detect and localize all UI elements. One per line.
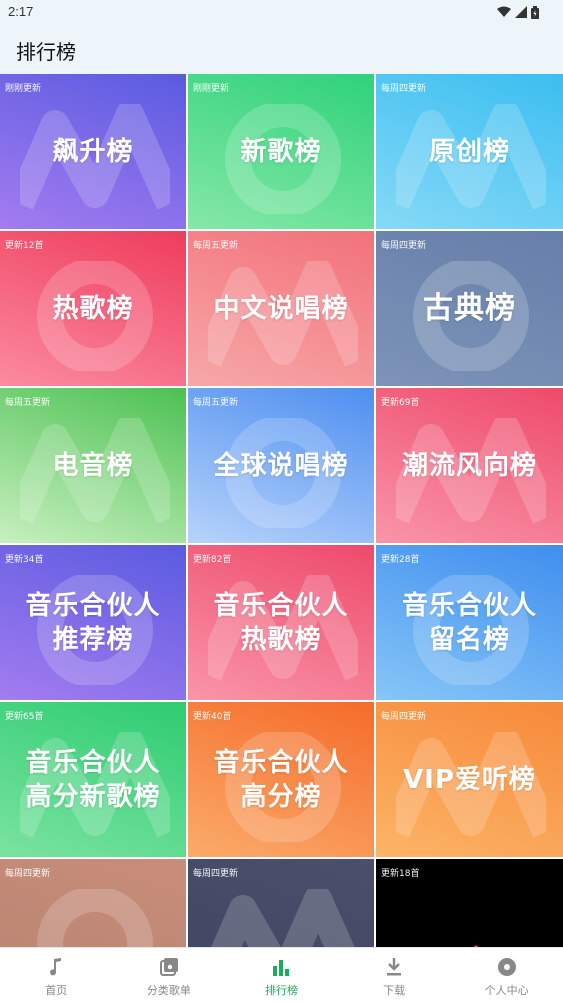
tile-update-badge: 更新69首 — [381, 398, 420, 408]
chart-bars-icon — [273, 960, 290, 976]
tile-update-badge: 更新18首 — [381, 869, 420, 879]
tile-title-line: 原创榜 — [428, 136, 510, 167]
tile-decoration — [211, 889, 355, 947]
nav-item[interactable]: 排行榜 — [225, 948, 338, 1002]
tile-title-line: 电音榜 — [52, 450, 134, 481]
nav-label: 个人中心 — [484, 984, 529, 997]
tile-title-line: 热歌榜 — [52, 293, 134, 324]
tile-title: 音乐合伙人 推荐榜 — [0, 589, 186, 657]
tile-title: 音乐合伙人 留名榜 — [376, 589, 563, 657]
tile-title-line: 中文说唱榜 — [213, 293, 349, 324]
status-bar: 2:17 — [0, 0, 563, 24]
tile-title-line: 高分新歌榜 — [25, 781, 161, 812]
tile-title-line: 音乐合伙人 — [213, 590, 349, 621]
tile-title-line: 推荐榜 — [52, 624, 134, 655]
nav-item[interactable]: 个人中心 — [450, 948, 563, 1002]
tile-title-line: 新歌榜 — [240, 136, 322, 167]
tile-update-badge: 每周四更新 — [5, 869, 51, 879]
wifi-icon — [497, 6, 511, 17]
tile-update-badge: 刚刚更新 — [5, 84, 42, 94]
tile-title-line: 音乐合伙人 — [401, 590, 537, 621]
tile-title-line: 音乐合伙人 — [25, 747, 161, 778]
tile-title: 音乐合伙人 热歌榜 — [188, 589, 374, 657]
tile-title: 原创榜 — [376, 135, 563, 169]
chart-tile[interactable]: 刚刚更新新歌榜 — [188, 74, 374, 229]
chart-tile[interactable]: 每周四更新韩语榜 — [188, 859, 374, 947]
tile-update-badge: 更新40首 — [193, 712, 232, 722]
tile-title: 古典榜 — [376, 290, 563, 326]
tile-title-line: 全球说唱榜 — [213, 450, 349, 481]
tile-update-badge: 每周四更新 — [193, 869, 239, 879]
status-time: 2:17 — [8, 4, 34, 19]
chart-tile[interactable]: 更新69首潮流风向榜 — [376, 388, 563, 543]
chart-tile[interactable]: 更新18首 — [376, 859, 563, 947]
tile-title-line: 音乐合伙人 — [25, 590, 161, 621]
chart-tile[interactable]: 每周五更新电音榜 — [0, 388, 186, 543]
tile-title-line: 热歌榜 — [240, 624, 322, 655]
playlist-icon — [159, 958, 178, 976]
tile-update-badge: 刚刚更新 — [193, 84, 230, 94]
tile-title: 音乐合伙人 高分新歌榜 — [0, 746, 186, 814]
tile-update-badge: 更新12首 — [5, 241, 44, 251]
chart-tile[interactable]: 每周四更新原创榜 — [376, 74, 563, 229]
chart-tile[interactable]: 更新65首音乐合伙人 高分新歌榜 — [0, 702, 186, 857]
tile-title-line: 高分榜 — [240, 781, 322, 812]
tile-update-badge: 更新34首 — [5, 555, 44, 565]
page-title: 排行榜 — [16, 40, 76, 64]
tile-title: 音乐合伙人 高分榜 — [188, 746, 374, 814]
tile-title: VIP爱听榜 — [376, 763, 563, 797]
tile-update-badge: 每周四更新 — [381, 84, 427, 94]
tile-title: 热歌榜 — [0, 292, 186, 326]
disc-icon — [497, 958, 516, 976]
tile-title-line: 留名榜 — [428, 624, 510, 655]
nav-label: 分类歌单 — [146, 984, 191, 997]
tile-update-badge: 每周四更新 — [381, 712, 427, 722]
nav-label: 首页 — [45, 984, 68, 997]
chart-tile[interactable]: 每周五更新全球说唱榜 — [188, 388, 374, 543]
tile-update-badge: 每周五更新 — [5, 398, 51, 408]
tile-title-line: 潮流风向榜 — [401, 450, 537, 481]
status-icons — [497, 4, 539, 20]
tile-update-badge: 每周五更新 — [193, 241, 239, 251]
chart-grid: 刚刚更新 飙升榜 刚刚更新 新歌榜 每周四更新 原创榜 更新12首 热歌榜 每周五更新 中文说唱榜… — [0, 74, 563, 947]
tile-update-badge: 更新65首 — [5, 712, 44, 722]
chart-tile[interactable]: 更新40首音乐合伙人 高分榜 — [188, 702, 374, 857]
chart-tile[interactable]: 每周四更新古典榜 — [376, 231, 563, 386]
chart-tile[interactable]: 更新28首音乐合伙人 留名榜 — [376, 545, 563, 700]
nav-item[interactable]: 分类歌单 — [113, 948, 226, 1002]
tile-title: 潮流风向榜 — [376, 449, 563, 483]
nav-item[interactable]: 首页 — [0, 948, 113, 1002]
tile-decoration — [37, 889, 153, 947]
tile-title-line: 音乐合伙人 — [213, 747, 349, 778]
tile-title: 新歌榜 — [188, 135, 374, 169]
signal-icon — [515, 6, 527, 18]
tile-title-line: 飙升榜 — [52, 136, 134, 167]
app-bar: 排行榜 — [0, 24, 563, 74]
battery-icon — [531, 5, 539, 19]
tile-title: 全球说唱榜 — [188, 449, 374, 483]
tile-title: 电音榜 — [0, 449, 186, 483]
tile-update-badge: 更新82首 — [193, 555, 232, 565]
tile-update-badge: 每周四更新 — [381, 241, 427, 251]
nav-item[interactable]: 下载 — [338, 948, 451, 1002]
chart-tile[interactable]: 更新82首音乐合伙人 热歌榜 — [188, 545, 374, 700]
chart-tile[interactable]: 更新34首音乐合伙人 推荐榜 — [0, 545, 186, 700]
tile-title-line: 古典榜 — [423, 290, 516, 326]
chart-tile[interactable]: 刚刚更新飙升榜 — [0, 74, 186, 229]
tile-title-line: VIP爱听榜 — [403, 764, 536, 795]
bottom-navigation: 首页 分类歌单 排行榜 下载 个人中心 — [0, 947, 563, 1002]
tile-title: 中文说唱榜 — [188, 292, 374, 326]
chart-tile[interactable]: 每周四更新 VIP爱听榜 — [376, 702, 563, 857]
download-icon — [387, 958, 402, 976]
nav-label: 下载 — [383, 984, 406, 997]
chart-tile[interactable]: 每周五更新中文说唱榜 — [188, 231, 374, 386]
chart-tile[interactable]: 每周四更新ACG榜 — [0, 859, 186, 947]
chart-tile[interactable]: 更新12首热歌榜 — [0, 231, 186, 386]
tile-title: 飙升榜 — [0, 135, 186, 169]
tile-update-badge: 每周五更新 — [193, 398, 239, 408]
tile-update-badge: 更新28首 — [381, 555, 420, 565]
music-note-icon — [50, 958, 62, 976]
nav-label: 排行榜 — [264, 984, 298, 997]
